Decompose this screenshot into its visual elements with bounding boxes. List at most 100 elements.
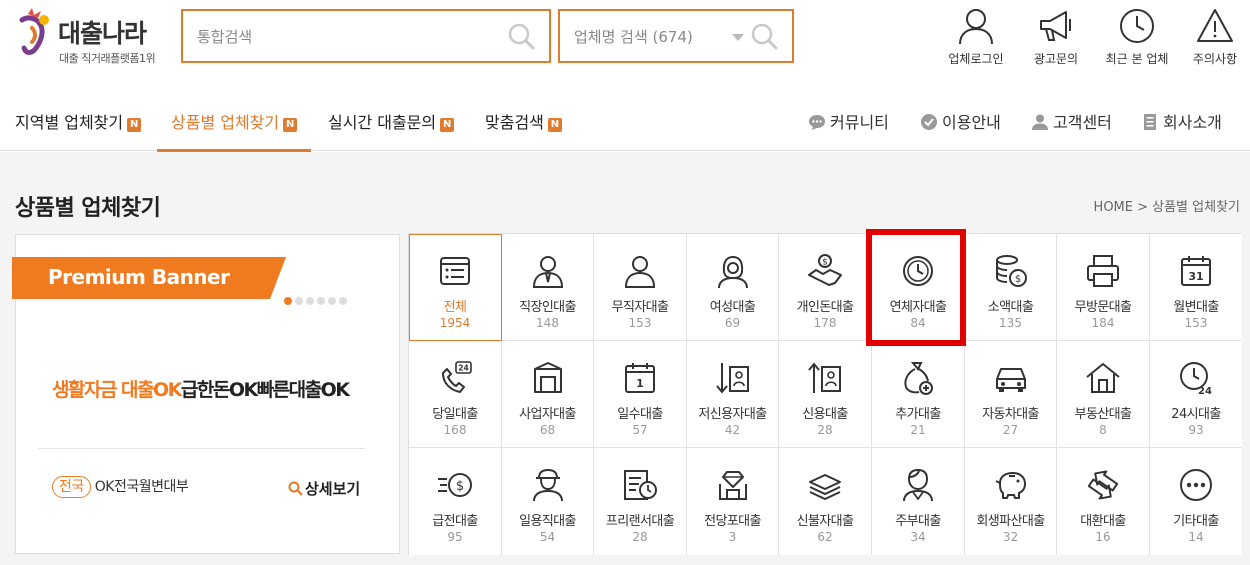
breadcrumb[interactable]: HOME > 상품별 업체찾기	[1094, 196, 1240, 215]
category-item[interactable]: 신불자대출 62	[779, 448, 872, 555]
category-item[interactable]: 회생파산대출 32	[965, 448, 1057, 555]
category-name: 월변대출	[1173, 300, 1219, 315]
svg-text:$: $	[822, 258, 828, 268]
category-name: 추가대출	[895, 407, 941, 422]
category-name: 기타대출	[1173, 514, 1219, 529]
content-area: 상품별 업체찾기 HOME > 상품별 업체찾기 Premium Banner …	[0, 152, 1250, 565]
new-badge: N	[127, 118, 142, 132]
category-item[interactable]: 직장인대출 148	[502, 234, 594, 341]
category-name: 사업자대출	[519, 407, 576, 422]
search-icon[interactable]	[750, 22, 778, 50]
category-item[interactable]: 31 월변대출 153	[1150, 234, 1242, 341]
category-name: 대환대출	[1080, 514, 1126, 529]
category-count: 21	[910, 423, 926, 437]
company-login-button[interactable]: 업체로그인	[938, 6, 1014, 67]
category-name: 저신용자대출	[698, 407, 767, 422]
pagination-dot[interactable]	[328, 297, 336, 305]
category-name: 일용직대출	[519, 514, 576, 529]
category-item[interactable]: 추가대출 21	[872, 341, 965, 448]
exchange-arrows-icon	[1087, 470, 1119, 500]
pagination-dot[interactable]	[339, 297, 347, 305]
nav-customer-center[interactable]: 고객센터	[1031, 95, 1112, 151]
integrated-search-input[interactable]: 통합검색	[181, 9, 551, 63]
pagination-dot[interactable]	[284, 297, 292, 305]
premium-banner-panel[interactable]: Premium Banner 생활자금 대출OK급한돈OK빠른대출OK 전국 OK…	[12, 234, 400, 554]
warnings-label: 주의사항	[1192, 52, 1238, 66]
category-count: 62	[817, 530, 833, 544]
nav-realtime-inquiry[interactable]: 실시간 대출문의 N	[328, 95, 455, 151]
category-item[interactable]: 일용직대출 54	[502, 448, 594, 555]
category-item[interactable]: 전체 1954	[409, 234, 502, 341]
chevron-down-icon[interactable]	[732, 34, 744, 41]
category-name: 소액대출	[987, 300, 1034, 315]
nav-label: 고객센터	[1053, 113, 1112, 132]
category-count: 95	[447, 530, 463, 544]
arrow-down-id-icon	[715, 363, 749, 394]
category-count: 16	[1095, 530, 1111, 544]
user-icon	[1032, 114, 1048, 130]
nav-custom-search[interactable]: 맞춤검색 N	[485, 95, 562, 151]
new-badge: N	[547, 118, 562, 132]
category-item[interactable]: 부동산대출 8	[1057, 341, 1150, 448]
nav-product-search[interactable]: 상품별 업체찾기 N	[156, 95, 312, 152]
banner-pagination	[284, 290, 350, 309]
category-item[interactable]: $ 개인돈대출 178	[779, 234, 872, 341]
nav-label: 맞춤검색	[485, 113, 544, 132]
search-placeholder: 통합검색	[197, 28, 253, 46]
category-item[interactable]: 기타대출 14	[1150, 448, 1242, 555]
category-item[interactable]: 1 일수대출 57	[594, 341, 687, 448]
slogan-part-2: 급한돈OK빠른대출OK	[180, 379, 350, 401]
category-item[interactable]: 대환대출 16	[1057, 448, 1150, 555]
category-count: 69	[724, 316, 741, 330]
category-item[interactable]: 저신용자대출 42	[687, 341, 779, 448]
premium-banner-text: Premium Banner	[48, 265, 230, 289]
svg-text:24: 24	[1198, 386, 1212, 397]
recent-companies-label: 최근 본 업체	[1105, 52, 1169, 66]
category-item[interactable]: 프리랜서대출 28	[594, 448, 687, 555]
category-item[interactable]: 전당포대출 3	[687, 448, 779, 555]
person-icon	[624, 256, 656, 288]
woman-icon	[717, 255, 748, 289]
printer-icon	[1087, 255, 1119, 287]
pagination-dot[interactable]	[317, 297, 325, 305]
category-name: 무방문대출	[1074, 300, 1132, 315]
category-item[interactable]: 무방문대출 184	[1057, 234, 1150, 341]
search-icon[interactable]	[507, 22, 535, 50]
nav-guide[interactable]: 이용안내	[920, 95, 1001, 151]
nav-label: 지역별 업체찾기	[15, 113, 124, 132]
category-item[interactable]: 자동차대출 27	[965, 341, 1057, 448]
recent-companies-button[interactable]: 최근 본 업체	[1099, 6, 1175, 67]
category-item[interactable]: 주부대출 34	[872, 448, 965, 555]
logo-mark-icon	[19, 8, 49, 55]
category-item[interactable]: 신용대출 28	[779, 341, 872, 448]
category-item[interactable]: 24 당일대출 168	[409, 341, 502, 448]
nav-community[interactable]: 커뮤니티	[808, 95, 889, 151]
site-logo[interactable]: 대출나라 대출 직거래플랫폼1위	[18, 8, 168, 68]
category-item[interactable]: $ 소액대출 135	[965, 234, 1057, 341]
detail-view-button[interactable]: 상세보기	[288, 478, 360, 499]
category-count: 84	[910, 316, 926, 330]
category-count: 153	[628, 316, 652, 330]
category-item[interactable]: $ 급전대출 95	[409, 448, 502, 555]
nav-region-search[interactable]: 지역별 업체찾기 N	[15, 95, 142, 151]
category-count: 3	[728, 530, 737, 544]
svg-text:$: $	[456, 479, 464, 494]
nav-about[interactable]: 회사소개	[1141, 95, 1222, 151]
category-name: 연체자대출	[889, 300, 947, 315]
more-dots-icon	[1180, 469, 1212, 501]
category-item[interactable]: 사업자대출 68	[502, 341, 594, 448]
category-item[interactable]: 여성대출 69	[687, 234, 779, 341]
company-search-select[interactable]: 업체명 검색 (674)	[558, 9, 794, 63]
category-name: 프리랜서대출	[605, 514, 675, 529]
category-count: 135	[999, 316, 1022, 330]
pagination-dot[interactable]	[295, 297, 303, 305]
pagination-dot[interactable]	[306, 297, 314, 305]
ad-inquiry-button[interactable]: 광고문의	[1018, 6, 1094, 67]
category-item[interactable]: 연체자대출 84	[872, 234, 965, 341]
category-item[interactable]: 무직자대출 153	[594, 234, 687, 341]
clock-icon	[903, 256, 933, 286]
nav-label: 상품별 업체찾기	[171, 113, 280, 132]
warnings-button[interactable]: 주의사항	[1177, 6, 1250, 67]
svg-text:31: 31	[1188, 270, 1203, 283]
category-item[interactable]: 24 24시대출 93	[1150, 341, 1242, 448]
